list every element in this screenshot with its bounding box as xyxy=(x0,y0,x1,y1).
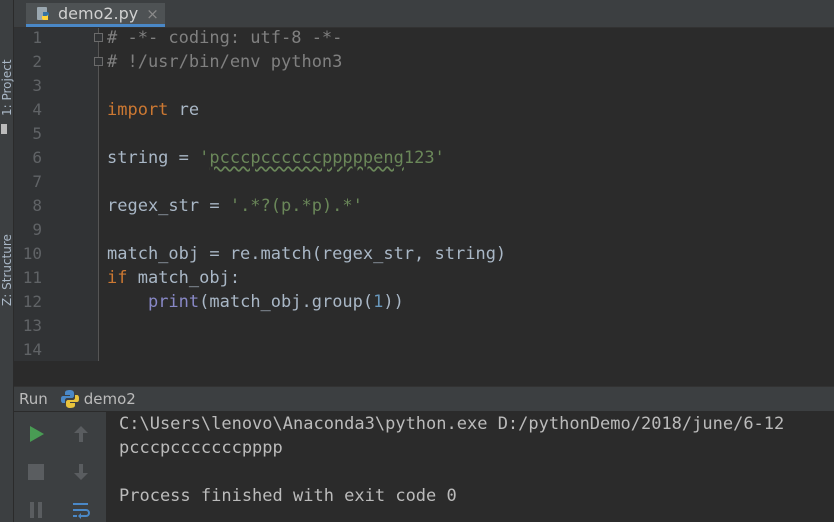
python-file-icon xyxy=(36,6,52,22)
code-line-6: string = 'pcccpccccccpppppeng123' xyxy=(107,146,445,170)
structure-tool-button[interactable]: Z: Structure xyxy=(0,176,14,306)
string-literal: 123' xyxy=(403,148,445,168)
run-toolbar xyxy=(14,412,106,522)
editor-horizontal-area xyxy=(14,361,834,387)
code-text: (match_obj.group( xyxy=(199,292,374,312)
run-panel-header: Run demo2 xyxy=(14,387,834,412)
keyword: if xyxy=(107,268,128,288)
code-editor[interactable]: 1 2 3 4 5 6 7 8 9 10 11 12 13 14 # -*- c… xyxy=(14,28,834,361)
code-text: )) xyxy=(383,292,404,312)
comment: # -*- coding: utf-8 -*- xyxy=(107,28,343,48)
line-number-gutter: 1 2 3 4 5 6 7 8 9 10 11 12 13 14 xyxy=(14,28,103,361)
python-icon xyxy=(60,389,80,409)
console-line: C:\Users\lenovo\Anaconda3\python.exe D:/… xyxy=(119,414,785,434)
tab-label: demo2.py xyxy=(58,4,139,23)
run-config-tab[interactable]: demo2 xyxy=(84,390,136,408)
editor-tab-bar: demo2.py × xyxy=(14,0,834,28)
tab-close-icon[interactable]: × xyxy=(146,5,159,23)
line-number: 8 xyxy=(32,196,42,215)
line-number: 13 xyxy=(22,316,42,335)
line-number: 9 xyxy=(32,220,42,239)
left-tool-strip: 1: Project Z: Structure xyxy=(0,0,14,522)
arrow-down-icon[interactable] xyxy=(69,460,93,484)
line-number: 11 xyxy=(22,268,42,287)
code-line-8: regex_str = '.*?(p.*p).*' xyxy=(107,194,363,218)
builtin: print xyxy=(147,292,200,312)
ide-window: 1: Project Z: Structure demo2.py × 1 2 3… xyxy=(0,0,834,522)
line-number: 3 xyxy=(32,76,42,95)
stop-icon[interactable] xyxy=(24,460,48,484)
pause-icon[interactable] xyxy=(24,498,48,522)
code-line-4: import re xyxy=(107,98,199,122)
line-number: 7 xyxy=(32,172,42,191)
keyword: import xyxy=(107,100,169,120)
console-line: Process finished with exit code 0 xyxy=(119,486,457,506)
run-icon[interactable] xyxy=(24,422,48,446)
code-text: re xyxy=(168,100,200,120)
line-number: 12 xyxy=(22,292,42,311)
code-line-10: match_obj = re.match(regex_str, string) xyxy=(107,242,506,266)
string-literal: '.*?(p.*p).*' xyxy=(229,196,363,216)
code-line-12: print(match_obj.group(1)) xyxy=(107,290,404,314)
number-literal: 1 xyxy=(373,292,384,312)
line-number: 5 xyxy=(32,124,42,143)
arrow-up-icon[interactable] xyxy=(69,422,93,446)
fold-icon[interactable] xyxy=(94,57,103,66)
line-number: 2 xyxy=(32,52,42,71)
soft-wrap-icon[interactable] xyxy=(69,498,93,522)
run-console-output[interactable]: C:\Users\lenovo\Anaconda3\python.exe D:/… xyxy=(106,412,834,522)
code-line-1: # -*- coding: utf-8 -*- xyxy=(107,26,342,50)
line-number: 1 xyxy=(32,28,42,47)
line-number: 6 xyxy=(32,148,42,167)
string-literal: ' xyxy=(199,148,210,168)
console-line: pcccpcccccccpppp xyxy=(119,438,283,458)
tab-demo2-py[interactable]: demo2.py × xyxy=(26,3,165,27)
tool-strip-marker xyxy=(1,124,7,134)
code-text: regex_str = xyxy=(107,196,230,216)
code-text: string = xyxy=(107,148,200,168)
project-tool-button[interactable]: 1: Project xyxy=(0,6,14,116)
line-number: 4 xyxy=(32,100,42,119)
line-number: 10 xyxy=(22,244,42,263)
code-line-2: # !/usr/bin/env python3 xyxy=(107,50,342,74)
code-text: match_obj: xyxy=(127,268,241,288)
run-panel-title: Run xyxy=(19,390,48,408)
string-literal-typo: pcccpccccccpppppeng xyxy=(209,148,404,168)
line-number: 14 xyxy=(22,340,42,359)
code-line-11: if match_obj: xyxy=(107,266,240,290)
comment: # !/usr/bin/env python3 xyxy=(107,52,343,72)
code-text: match_obj = re.match(regex_str, string) xyxy=(107,244,507,264)
fold-icon[interactable] xyxy=(94,33,103,42)
